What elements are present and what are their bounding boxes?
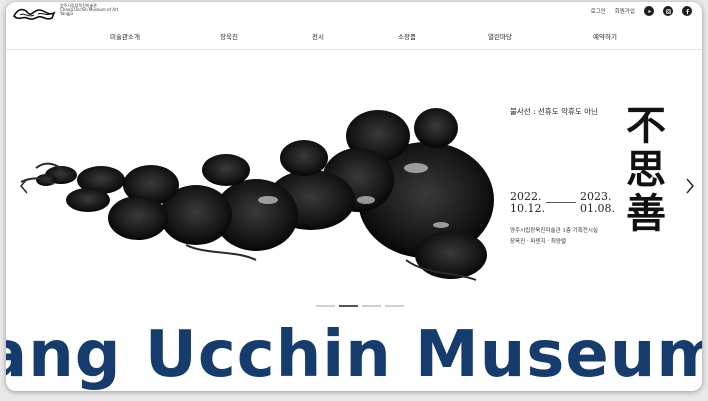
utility-menu: 로그인 회원가입 (591, 6, 692, 16)
nav-item-artist[interactable]: 장욱진 (220, 31, 238, 41)
exhibition-title[interactable]: 不 思 善 (626, 104, 666, 236)
slide-indicator[interactable] (316, 305, 335, 307)
venue-location: 양주시립장욱진미술관 1층 기획전시실 (510, 228, 598, 234)
signup-link[interactable]: 회원가입 (615, 7, 635, 15)
ink-cloud-artwork (20, 108, 494, 281)
slide-indicator[interactable] (385, 305, 404, 307)
title-char: 善 (626, 190, 666, 237)
title-char: 思 (626, 146, 666, 193)
start-date: 2022. 10.12. (510, 190, 545, 215)
museum-logo[interactable]: 양주시립장욱진미술관 Chang Ucchin Museum of Art Ya… (12, 3, 118, 24)
nav-item-reservation[interactable]: 예약하기 (593, 31, 617, 41)
prev-slide-arrow-icon[interactable] (18, 178, 30, 194)
youtube-icon[interactable] (644, 6, 654, 16)
end-date: 2023. 01.08. (580, 190, 615, 215)
logo-city: Yangju (60, 11, 74, 17)
museum-name-marquee: ang Ucchin Museum of (6, 324, 702, 391)
exhibition-period: 2022. 10.12. 2023. 01.08. (510, 191, 616, 217)
instagram-icon[interactable] (663, 6, 673, 16)
venue-artists: 장욱진 · 파덴지 · 최양렬 (510, 239, 567, 245)
nav-item-community[interactable]: 열린마당 (488, 31, 512, 41)
nav-item-exhibition[interactable]: 전시 (312, 31, 324, 41)
slide-indicator[interactable] (362, 305, 381, 307)
title-char: 不 (626, 102, 666, 149)
nav-item-about[interactable]: 미술관소개 (110, 31, 140, 41)
marquee-text: ang Ucchin Museum of (6, 324, 702, 391)
logo-mark-icon (13, 8, 56, 20)
exhibition-venue: 양주시립장욱진미술관 1층 기획전시실 장욱진 · 파덴지 · 최양렬 (510, 226, 598, 248)
hero-slider: 불사선 : 선휴도 악휴도 아닌 不 思 善 2022. 10.12. 2023… (6, 50, 702, 318)
exhibition-subtitle: 불사선 : 선휴도 악휴도 아닌 (510, 107, 598, 116)
facebook-icon[interactable] (682, 6, 692, 16)
slide-indicator-active[interactable] (339, 305, 358, 307)
site-header: 양주시립장욱진미술관 Chang Ucchin Museum of Art Ya… (6, 2, 702, 50)
next-slide-arrow-icon[interactable] (684, 178, 696, 194)
browser-frame: 양주시립장욱진미술관 Chang Ucchin Museum of Art Ya… (6, 2, 702, 391)
date-separator (546, 202, 576, 203)
main-navigation: 미술관소개 장욱진 전시 소장품 열린마당 예약하기 (6, 31, 702, 45)
slide-indicators (316, 305, 404, 307)
nav-item-collection[interactable]: 소장품 (398, 31, 416, 41)
login-link[interactable]: 로그인 (591, 7, 606, 15)
